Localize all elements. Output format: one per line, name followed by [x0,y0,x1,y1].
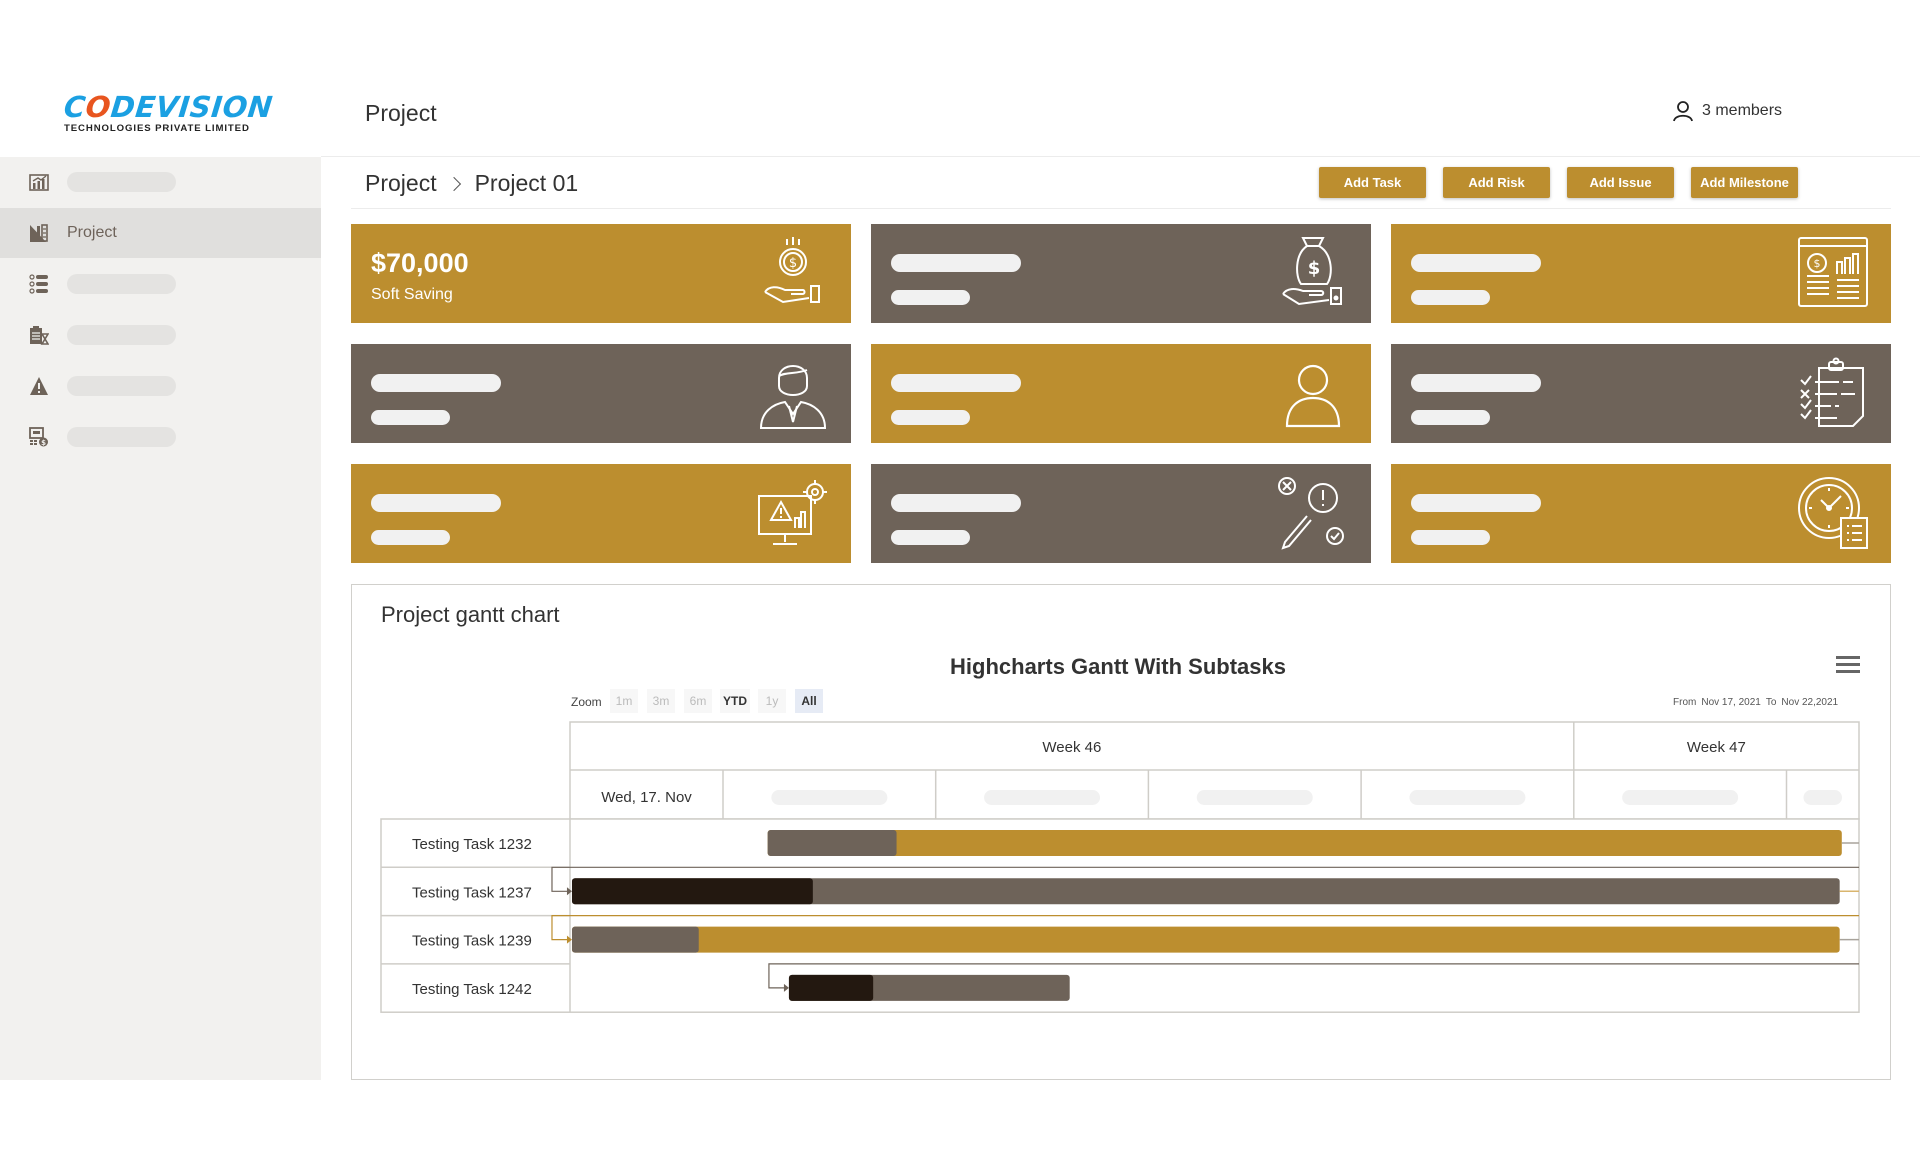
task-label[interactable]: Testing Task 1242 [412,981,532,998]
day-label-placeholder [1622,790,1739,805]
day-label: Wed, 17. Nov [601,789,692,806]
day-label-placeholder [984,790,1101,805]
week-label: Week 47 [1687,739,1746,756]
day-label-placeholder [771,790,888,805]
week-label: Week 46 [1042,739,1101,756]
task-label[interactable]: Testing Task 1239 [412,933,532,950]
task-progress [571,926,699,953]
task-label[interactable]: Testing Task 1232 [412,836,532,853]
gantt-chart: Week 46 Week 47 Wed, 17. Nov Testing Task 1… [380,721,1860,1013]
task-label[interactable]: Testing Task 1237 [412,884,532,901]
task-progress [788,974,874,1001]
task-bar[interactable] [767,830,1842,856]
day-label-placeholder [1196,790,1313,805]
day-label-placeholder [1409,790,1526,805]
day-label-placeholder [1803,790,1842,805]
task-bar[interactable] [571,926,1840,953]
task-progress [571,878,813,905]
task-progress [767,830,897,856]
